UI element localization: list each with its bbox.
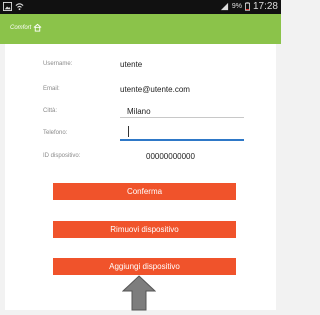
status-time: 17:28: [252, 1, 278, 12]
add-device-button[interactable]: Aggiungi dispositivo: [53, 258, 236, 275]
remove-device-button[interactable]: Rimuovi dispositivo: [53, 221, 236, 238]
status-bar: 9% 17:28: [0, 0, 281, 14]
battery-percent: 9%: [231, 3, 242, 10]
email-value: utente@utente.com: [120, 85, 190, 94]
city-field[interactable]: Milano: [127, 107, 151, 116]
arrow-up-icon: [122, 275, 156, 311]
city-label: Città:: [43, 108, 58, 114]
wifi-icon: [15, 3, 24, 11]
app-bar: Comfort: [0, 14, 281, 44]
username-value: utente: [120, 60, 143, 69]
phone-field-underline: [120, 139, 244, 141]
text-cursor: [128, 126, 129, 137]
confirm-button[interactable]: Conferma: [53, 183, 236, 200]
battery-icon: [244, 2, 250, 11]
signal-icon: [220, 2, 228, 11]
email-label: Email:: [43, 86, 60, 92]
phone-label: Telefono:: [43, 130, 68, 136]
city-field-underline: [120, 117, 244, 118]
gallery-icon: [3, 2, 12, 11]
app-logo: Comfort: [10, 23, 42, 32]
app-brand-text: Comfort: [10, 24, 32, 31]
status-right: 9% 17:28: [220, 1, 278, 12]
home-icon: [33, 23, 42, 32]
device-id-value: 00000000000: [146, 152, 195, 161]
username-label: Username:: [43, 61, 73, 67]
status-left: [3, 2, 24, 11]
device-id-label: ID dispositivo:: [43, 153, 81, 159]
